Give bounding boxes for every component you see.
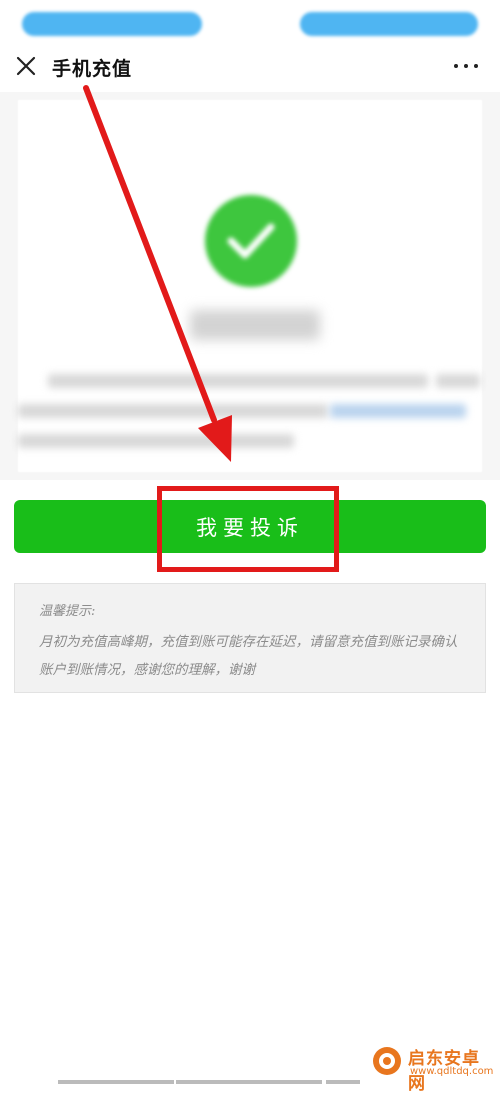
blurred-text-line <box>436 374 480 388</box>
annotation-box <box>157 486 339 572</box>
more-icon[interactable] <box>454 62 478 70</box>
bottom-bar-segment <box>58 1080 174 1084</box>
tips-title: 温馨提示: <box>39 604 96 619</box>
watermark-logo-icon <box>373 1047 401 1075</box>
page-title: 手机充值 <box>52 58 133 80</box>
result-title-blurred <box>190 310 320 340</box>
success-check-icon <box>205 195 297 287</box>
blurred-text-line <box>18 434 294 448</box>
status-pill-right <box>300 12 478 36</box>
tips-text: 月初为充值高峰期，充值到账可能存在延迟，请留意充值到账记录确认账户到账情况，感谢… <box>39 634 458 678</box>
bottom-bar-segment <box>176 1080 322 1084</box>
close-icon[interactable] <box>14 54 38 78</box>
watermark: 启东安卓网 www.qdltdq.com <box>370 1042 496 1094</box>
blurred-text-line <box>48 374 428 388</box>
header: 手机充值 <box>0 44 500 92</box>
bottom-bar-segment <box>326 1080 360 1084</box>
watermark-url: www.qdltdq.com <box>410 1066 494 1077</box>
blurred-link[interactable] <box>330 404 466 418</box>
status-pill-left <box>22 12 202 36</box>
blurred-text-line <box>18 404 328 418</box>
tips-box: 温馨提示: 月初为充值高峰期，充值到账可能存在延迟，请留意充值到账记录确认账户到… <box>14 583 486 693</box>
